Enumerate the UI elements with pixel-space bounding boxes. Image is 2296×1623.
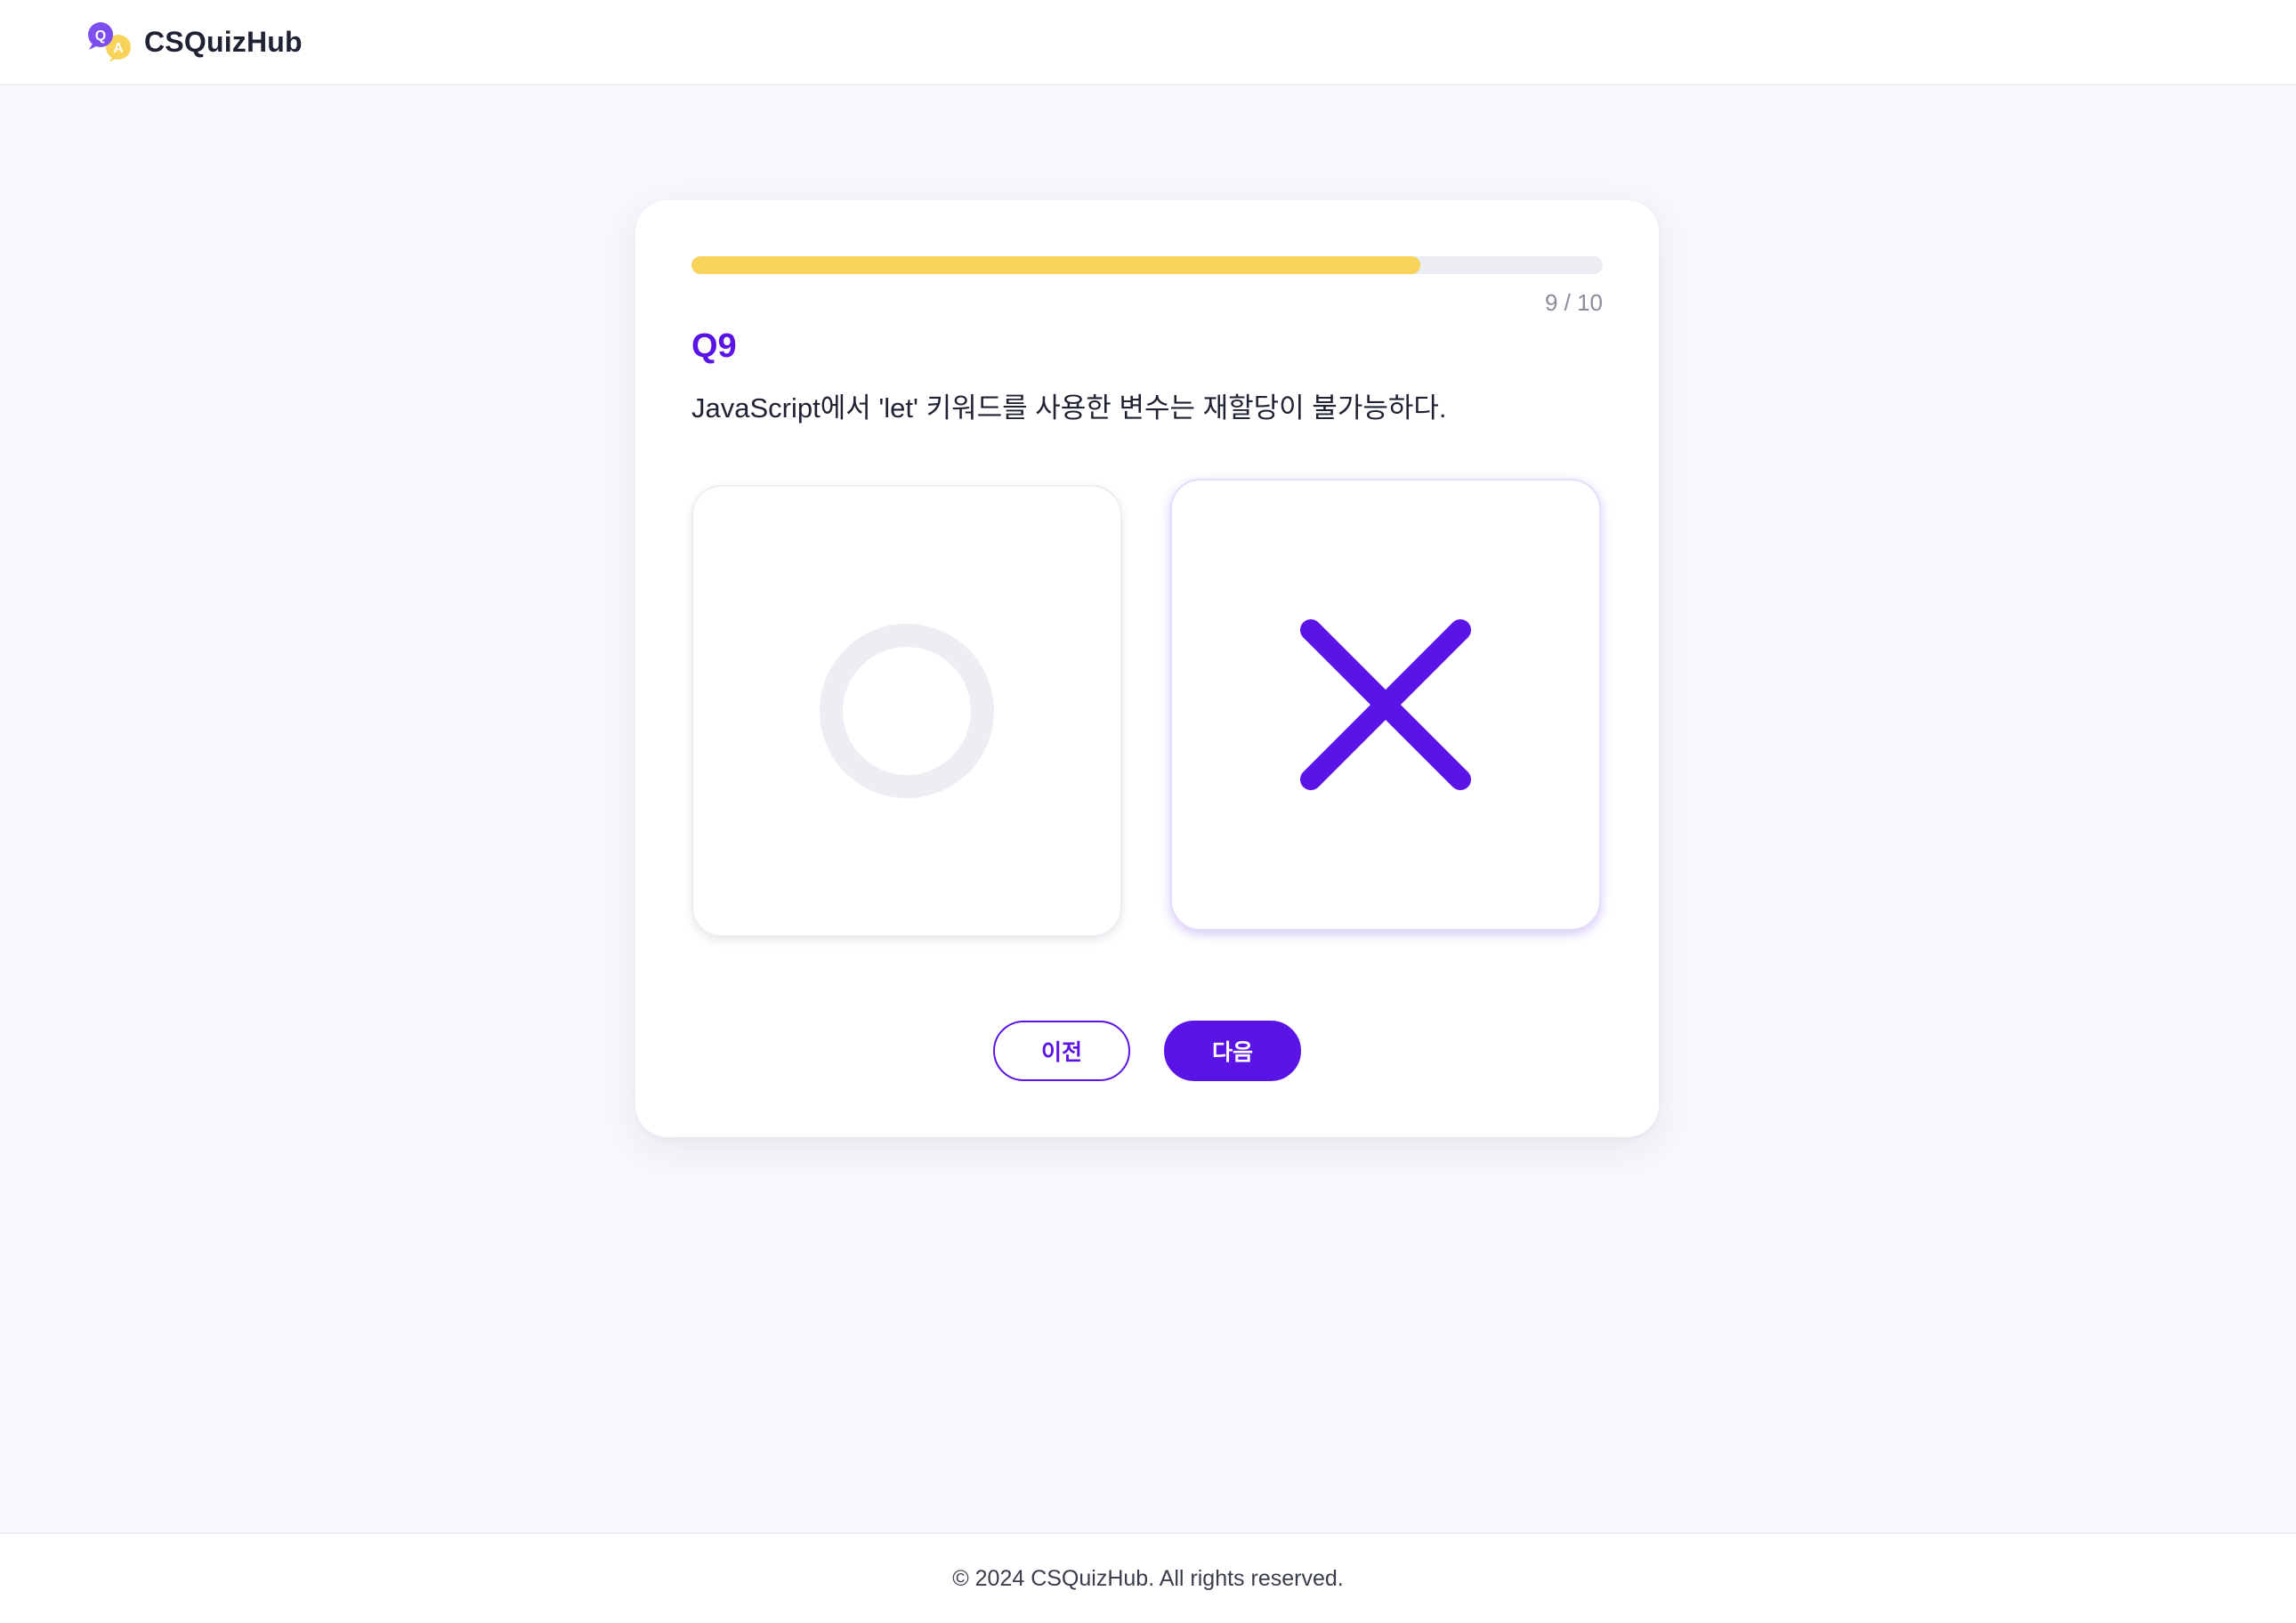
question-number: Q9 (691, 327, 737, 365)
svg-text:A: A (113, 41, 124, 56)
svg-text:Q: Q (95, 28, 106, 44)
progress-text: 9 / 10 (1544, 289, 1603, 316)
prev-button[interactable]: 이전 (993, 1021, 1130, 1081)
app-header: A Q CSQuizHub (0, 0, 2296, 85)
option-o-button[interactable] (691, 485, 1122, 937)
app-footer: © 2024 CSQuizHub. All rights reserved. (0, 1532, 2296, 1623)
quiz-card: 9 / 10 Q9 JavaScript에서 'let' 키워드를 사용한 변수… (635, 200, 1659, 1137)
progress-bar (691, 256, 1603, 274)
option-x-button[interactable] (1170, 479, 1601, 931)
progress-fill (691, 256, 1421, 274)
circle-o-icon (820, 624, 994, 798)
q-a-chat-bubbles-icon: A Q (85, 20, 135, 63)
cross-x-icon (1298, 618, 1473, 792)
logo[interactable]: A Q CSQuizHub (85, 20, 303, 63)
question-text: JavaScript에서 'let' 키워드를 사용한 변수는 재할당이 불가능… (691, 392, 1447, 424)
app-name: CSQuizHub (144, 25, 303, 58)
next-button[interactable]: 다음 (1164, 1021, 1301, 1081)
copyright-text: © 2024 CSQuizHub. All rights reserved. (952, 1565, 1344, 1591)
